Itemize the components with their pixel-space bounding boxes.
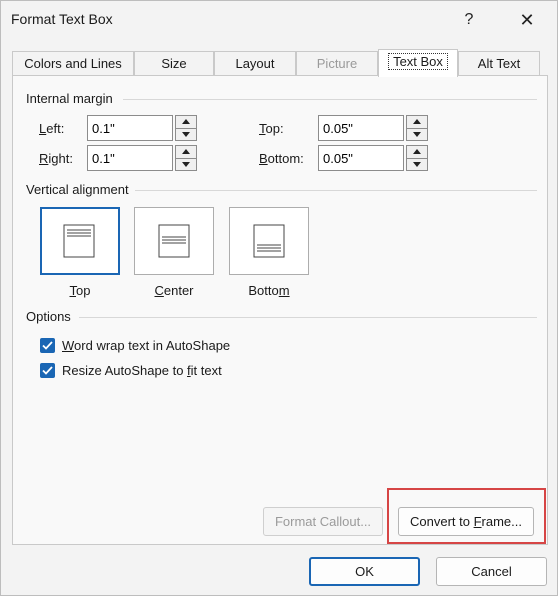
right-margin-input[interactable]	[87, 145, 173, 171]
tab-layout[interactable]: Layout	[214, 51, 296, 76]
title-bar: Format Text Box ? ✕	[1, 1, 557, 39]
ok-button[interactable]: OK	[309, 557, 420, 586]
checkmark-icon	[40, 337, 55, 353]
left-margin-down-arrow[interactable]	[176, 127, 196, 141]
valign-top-label: Top	[69, 283, 91, 298]
section-divider	[135, 190, 537, 191]
align-center-icon	[158, 224, 190, 258]
top-margin-spinner	[318, 115, 428, 141]
internal-margin-heading: Internal margin	[26, 91, 113, 106]
section-divider	[79, 317, 537, 318]
bottom-margin-label: Bottom:	[259, 151, 304, 166]
bottom-margin-up-arrow[interactable]	[407, 146, 427, 158]
section-divider	[123, 99, 537, 100]
left-margin-arrows	[175, 115, 197, 141]
left-margin-spinner	[87, 115, 197, 141]
right-margin-down-arrow[interactable]	[176, 157, 196, 171]
bottom-margin-arrows	[406, 145, 428, 171]
left-margin-label: Left:	[39, 121, 65, 136]
align-bottom-icon	[253, 224, 285, 258]
top-margin-up-arrow[interactable]	[407, 116, 427, 128]
valign-top-option[interactable]	[40, 207, 120, 275]
text-box-panel: Internal margin Left: Right: Top:	[12, 75, 548, 545]
top-margin-arrows	[406, 115, 428, 141]
valign-center-option[interactable]	[134, 207, 214, 275]
right-margin-up-arrow[interactable]	[176, 146, 196, 158]
right-margin-spinner	[87, 145, 197, 171]
right-margin-label: Right:	[39, 151, 73, 166]
tab-colors-and-lines[interactable]: Colors and Lines	[12, 51, 134, 76]
close-button[interactable]: ✕	[509, 5, 545, 35]
format-callout-button: Format Callout...	[263, 507, 383, 536]
checkmark-icon	[40, 362, 55, 378]
word-wrap-checkbox[interactable]: Word wrap text in AutoShape	[40, 336, 230, 354]
left-margin-input[interactable]	[87, 115, 173, 141]
help-button[interactable]: ?	[453, 5, 485, 35]
valign-bottom-label: Bottom	[248, 283, 290, 298]
resize-autoshape-label: Resize AutoShape to fit text	[62, 362, 222, 378]
convert-to-frame-button[interactable]: Convert to Frame...	[398, 507, 534, 536]
format-text-box-dialog: Format Text Box ? ✕ Colors and Lines Siz…	[0, 0, 558, 596]
top-margin-down-arrow[interactable]	[407, 127, 427, 141]
word-wrap-label: Word wrap text in AutoShape	[62, 337, 231, 353]
left-margin-up-arrow[interactable]	[176, 116, 196, 128]
bottom-margin-down-arrow[interactable]	[407, 157, 427, 171]
top-margin-label: Top:	[259, 121, 284, 136]
dialog-title: Format Text Box	[11, 11, 113, 27]
valign-bottom-option[interactable]	[229, 207, 309, 275]
cancel-button[interactable]: Cancel	[436, 557, 547, 586]
tab-size[interactable]: Size	[134, 51, 214, 76]
align-top-icon	[63, 224, 95, 258]
bottom-margin-spinner	[318, 145, 428, 171]
resize-autoshape-checkbox[interactable]: Resize AutoShape to fit text	[40, 361, 222, 379]
right-margin-arrows	[175, 145, 197, 171]
tab-alt-text[interactable]: Alt Text	[458, 51, 540, 76]
valign-center-label: Center	[154, 283, 194, 298]
vertical-alignment-heading: Vertical alignment	[26, 182, 129, 197]
tab-text-box[interactable]: Text Box	[378, 49, 458, 77]
top-margin-input[interactable]	[318, 115, 404, 141]
tab-picture: Picture	[296, 51, 378, 76]
options-heading: Options	[26, 309, 71, 324]
bottom-margin-input[interactable]	[318, 145, 404, 171]
